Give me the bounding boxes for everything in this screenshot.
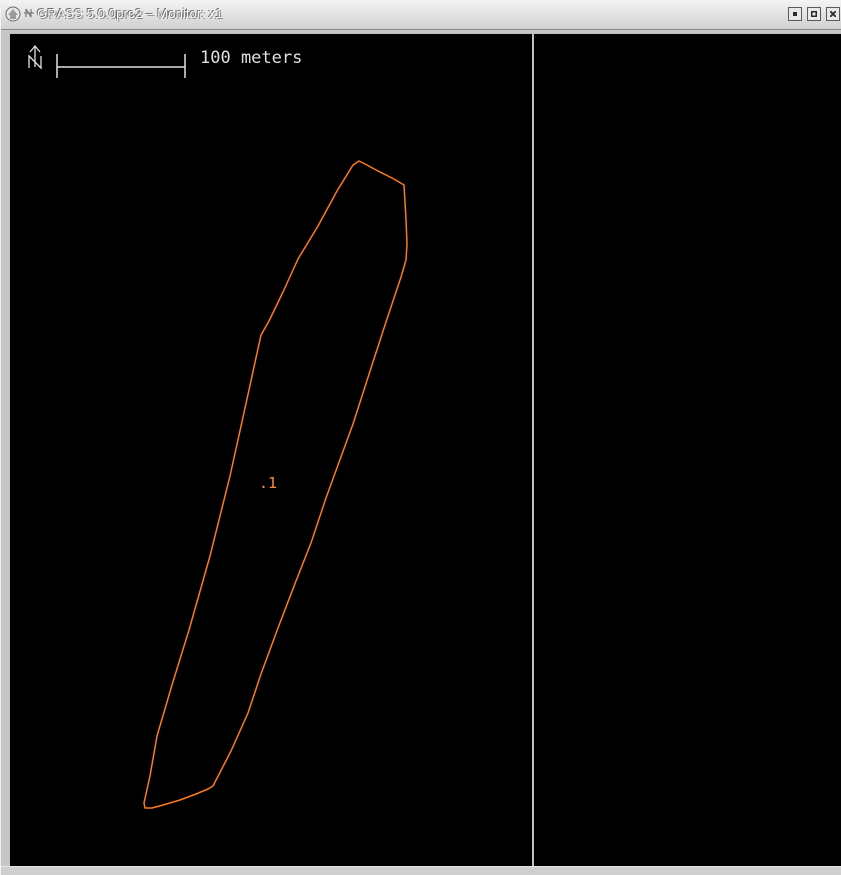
scale-bar-label: 100 meters [200,48,303,68]
maximize-button[interactable] [807,7,821,21]
window-menu-icon[interactable] [4,5,22,23]
map-display[interactable]: .1 100 meters [10,34,841,866]
scale-bar [56,54,186,78]
frame-divider [532,34,534,866]
monitor-top-border [9,33,841,34]
grip-icon [24,8,34,18]
area-label: .1 [259,474,277,492]
monitor-left-border [9,33,10,867]
window-title: GRASS 5.0.0pre2 – Monitor: x1 [37,6,223,21]
map-canvas: .1 [28,44,408,809]
title-bar[interactable]: GRASS 5.0.0pre2 – Monitor: x1 [1,0,841,30]
minimize-icon [793,12,797,16]
minimize-button[interactable] [788,7,802,21]
close-button[interactable] [826,7,840,21]
maximize-icon [811,11,817,17]
close-icon [830,11,836,17]
window-bottom-border [1,866,841,875]
grass-monitor-window: GRASS 5.0.0pre2 – Monitor: x1 .1 100 met… [0,0,841,875]
north-arrow-icon [28,44,42,70]
